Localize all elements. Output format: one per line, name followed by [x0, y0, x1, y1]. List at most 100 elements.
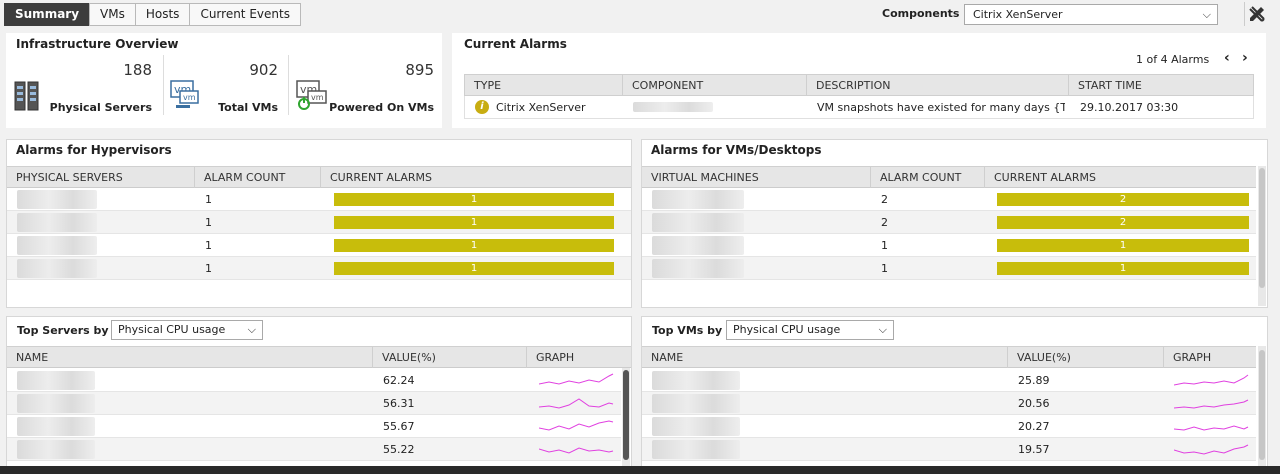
alarm-count: 2 — [881, 193, 888, 206]
column-header[interactable]: ALARM COUNT — [195, 167, 321, 188]
cpu-value: 55.67 — [383, 420, 415, 433]
divider — [288, 55, 289, 115]
components-select[interactable]: Citrix XenServer ⌵ — [964, 4, 1218, 25]
redacted-component — [633, 102, 713, 112]
table-row[interactable]: 1 1 — [642, 257, 1256, 280]
tab-hosts[interactable]: Hosts — [134, 3, 191, 26]
table-row[interactable]: 2 2 — [642, 188, 1256, 211]
sparkline — [1174, 425, 1249, 431]
sparkline — [539, 398, 614, 409]
scrollbar-thumb[interactable] — [1259, 350, 1265, 460]
infrastructure-overview-title: Infrastructure Overview — [16, 37, 179, 51]
tab-summary[interactable]: Summary — [4, 3, 91, 26]
table-row[interactable]: 25.89 — [642, 369, 1256, 392]
scrollbar-thumb[interactable] — [623, 370, 629, 460]
sparkline — [1174, 374, 1249, 386]
sparkline — [1174, 399, 1249, 409]
column-header[interactable]: GRAPH — [527, 347, 631, 368]
table-row[interactable]: 1 1 — [7, 257, 631, 280]
table-row[interactable]: 1 1 — [7, 188, 631, 211]
tools-icon[interactable] — [1244, 2, 1268, 26]
physical-servers-count: 188 — [123, 61, 152, 79]
sparkline — [1174, 444, 1249, 455]
table-row[interactable]: 20.56 — [642, 392, 1256, 415]
column-header[interactable]: NAME — [642, 347, 1008, 368]
tab-current-events[interactable]: Current Events — [189, 3, 301, 26]
alarm-bar[interactable]: 1 — [334, 216, 614, 229]
redacted-name — [17, 417, 95, 436]
column-header[interactable]: DESCRIPTION — [807, 75, 1069, 96]
column-header[interactable]: CURRENT ALARMS — [985, 167, 1256, 188]
column-header[interactable]: PHYSICAL SERVERS — [7, 167, 195, 188]
vm-power-icon: vm vm — [296, 79, 328, 114]
column-header[interactable]: VALUE(%) — [1008, 347, 1164, 368]
hypervisor-alarms-title: Alarms for Hypervisors — [16, 143, 172, 157]
alarm-start-time: 29.10.2017 03:30 — [1080, 101, 1179, 114]
alarm-count: 1 — [205, 216, 212, 229]
table-row[interactable]: 56.31 — [7, 392, 621, 415]
table-row[interactable]: 19.57 — [642, 438, 1256, 461]
tab-strip: Summary VMs Hosts Current Events — [4, 3, 301, 26]
alarm-bar[interactable]: 1 — [334, 239, 614, 252]
vm-icon: vm vm — [170, 79, 200, 114]
current-alarms-title: Current Alarms — [464, 37, 567, 51]
table-row[interactable]: 62.24 — [7, 369, 621, 392]
table-row[interactable]: 20.27 — [642, 415, 1256, 438]
table-row[interactable]: 1 1 — [7, 234, 631, 257]
alarm-bar[interactable]: 1 — [334, 262, 614, 275]
cpu-value: 19.57 — [1018, 443, 1050, 456]
svg-text:vm: vm — [183, 93, 196, 102]
top-vms-metric-select[interactable]: Physical CPU usage ⌵ — [726, 320, 894, 340]
tab-vms[interactable]: VMs — [89, 3, 136, 26]
alarm-bar[interactable]: 1 — [334, 193, 614, 206]
cpu-value: 20.56 — [1018, 397, 1050, 410]
column-header[interactable]: START TIME — [1069, 75, 1255, 96]
column-header[interactable]: NAME — [7, 347, 373, 368]
top-bar: Summary VMs Hosts Current Events Compone… — [0, 0, 1280, 28]
alarms-pagination: 1 of 4 Alarms — [1136, 53, 1210, 66]
scrollbar[interactable] — [1258, 166, 1266, 306]
redacted-name — [17, 440, 95, 459]
bottom-overlay-strip — [0, 466, 1280, 474]
redacted-name — [17, 190, 97, 209]
redacted-name — [652, 440, 740, 459]
table-row[interactable]: 1 1 — [7, 211, 631, 234]
sparkline — [539, 373, 614, 385]
chevron-right-icon[interactable]: › — [1242, 50, 1248, 66]
redacted-name — [652, 236, 744, 255]
column-header[interactable]: CURRENT ALARMS — [321, 167, 631, 188]
column-header[interactable]: VIRTUAL MACHINES — [642, 167, 871, 188]
alarm-bar[interactable]: 1 — [997, 239, 1249, 252]
top-servers-label: Top Servers by — [17, 324, 109, 337]
alarm-bar[interactable]: 2 — [997, 193, 1249, 206]
server-icon — [14, 81, 40, 114]
table-row[interactable]: 1 1 — [642, 234, 1256, 257]
column-header[interactable]: TYPE — [465, 75, 623, 96]
alarm-bar[interactable]: 1 — [997, 262, 1249, 275]
alarm-type: Citrix XenServer — [496, 101, 586, 114]
redacted-name — [652, 417, 740, 436]
svg-text:vm: vm — [311, 93, 324, 102]
column-header[interactable]: COMPONENT — [623, 75, 807, 96]
column-header[interactable]: ALARM COUNT — [871, 167, 985, 188]
table-row[interactable]: 55.22 — [7, 438, 621, 461]
table-row[interactable]: 55.67 — [7, 415, 621, 438]
scrollbar[interactable] — [622, 368, 630, 468]
current-alarms-header: TYPE COMPONENT DESCRIPTION START TIME — [464, 74, 1254, 96]
cpu-value: 56.31 — [383, 397, 415, 410]
table-row[interactable]: 2 2 — [642, 211, 1256, 234]
top-servers-metric-select[interactable]: Physical CPU usage ⌵ — [111, 320, 263, 340]
components-value: Citrix XenServer — [973, 8, 1063, 21]
scrollbar-thumb[interactable] — [1259, 168, 1265, 288]
top-vms-metric: Physical CPU usage — [733, 323, 841, 336]
alarm-bar[interactable]: 2 — [997, 216, 1249, 229]
top-vms-header: NAME VALUE(%) GRAPH — [642, 346, 1256, 368]
scrollbar[interactable] — [1258, 346, 1266, 468]
top-servers-metric: Physical CPU usage — [118, 323, 226, 336]
cpu-value: 20.27 — [1018, 420, 1050, 433]
column-header[interactable]: GRAPH — [1164, 347, 1256, 368]
column-header[interactable]: VALUE(%) — [373, 347, 527, 368]
chevron-left-icon[interactable]: ‹ — [1224, 50, 1230, 66]
table-row[interactable]: i Citrix XenServer VM snapshots have exi… — [464, 96, 1254, 119]
redacted-name — [652, 190, 744, 209]
